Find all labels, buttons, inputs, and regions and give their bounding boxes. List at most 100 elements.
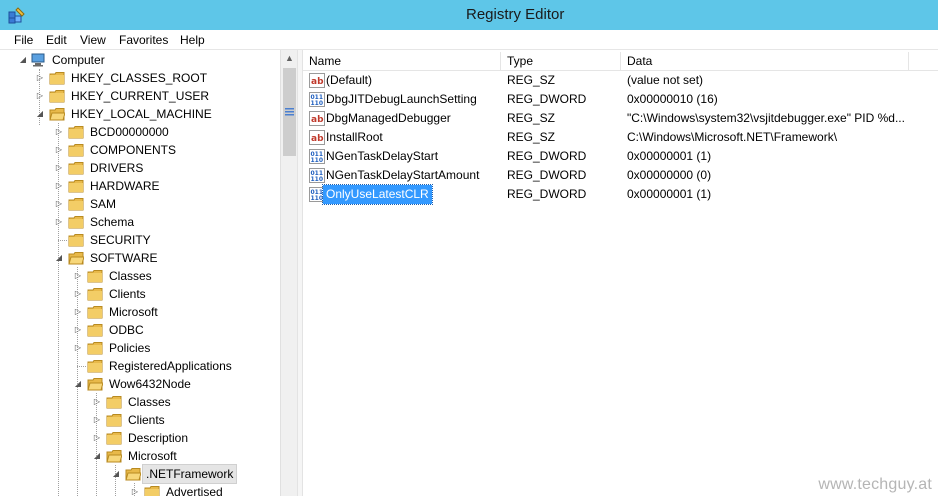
value-row[interactable]: 011 110 NGenTaskDelayStart REG_DWORD 0x00… bbox=[303, 147, 938, 166]
expand-icon[interactable]: ▷ bbox=[35, 69, 45, 87]
value-name: NGenTaskDelayStart bbox=[326, 149, 439, 163]
value-data: 0x00000000 (0) bbox=[627, 168, 712, 182]
expand-icon[interactable]: ▷ bbox=[73, 285, 83, 303]
string-value-icon: ab bbox=[309, 73, 325, 88]
menu-help[interactable]: Help bbox=[180, 33, 205, 47]
svg-text:ab: ab bbox=[311, 115, 324, 125]
expand-icon[interactable]: ▷ bbox=[73, 339, 83, 357]
svg-text:110: 110 bbox=[311, 176, 324, 183]
expand-icon[interactable]: ▷ bbox=[54, 141, 64, 159]
tree-label: RegisteredApplications bbox=[109, 359, 232, 373]
menu-view[interactable]: View bbox=[80, 33, 106, 47]
expand-icon[interactable]: ▷ bbox=[92, 429, 102, 447]
tree-guide bbox=[58, 240, 67, 241]
expand-icon[interactable]: ▷ bbox=[54, 177, 64, 195]
collapse-icon[interactable]: ◢ bbox=[54, 249, 64, 267]
folder-icon bbox=[68, 216, 84, 229]
registry-tree[interactable]: ◢ Computer ▷ HKEY_CLASSES_ROOT ▷ HKEY_CU… bbox=[0, 50, 297, 496]
list-header: Name Type Data bbox=[303, 52, 938, 71]
folder-icon bbox=[144, 486, 160, 496]
expand-icon[interactable]: ▷ bbox=[35, 87, 45, 105]
folder-icon bbox=[68, 234, 84, 247]
menu-bar: File Edit View Favorites Help bbox=[0, 30, 938, 50]
collapse-icon[interactable]: ◢ bbox=[111, 465, 121, 483]
value-type: REG_SZ bbox=[507, 130, 556, 144]
collapse-icon[interactable]: ◢ bbox=[92, 447, 102, 465]
value-data: 0x00000001 (1) bbox=[627, 187, 712, 201]
folder-icon bbox=[87, 288, 103, 301]
folder-icon bbox=[49, 90, 65, 103]
collapse-icon[interactable]: ◢ bbox=[18, 51, 28, 69]
value-type: REG_DWORD bbox=[507, 187, 587, 201]
expand-icon[interactable]: ▷ bbox=[73, 321, 83, 339]
value-list[interactable]: Name Type Data ab (Default) REG_SZ (valu… bbox=[303, 50, 938, 496]
folder-open-icon bbox=[68, 252, 84, 265]
collapse-icon[interactable]: ◢ bbox=[35, 105, 45, 123]
tree-label: SOFTWARE bbox=[90, 251, 158, 265]
tree-label: HARDWARE bbox=[90, 179, 160, 193]
tree-label: Clients bbox=[128, 413, 165, 427]
tree-label: DRIVERS bbox=[90, 161, 144, 175]
watermark: www.techguy.at bbox=[818, 476, 932, 493]
folder-icon bbox=[87, 306, 103, 319]
column-header-name[interactable]: Name bbox=[303, 52, 501, 71]
menu-edit[interactable]: Edit bbox=[46, 33, 67, 47]
value-type: REG_DWORD bbox=[507, 92, 587, 106]
value-data: 0x00000001 (1) bbox=[627, 149, 712, 163]
folder-icon bbox=[68, 126, 84, 139]
folder-icon bbox=[68, 198, 84, 211]
value-row[interactable]: ab DbgManagedDebugger REG_SZ "C:\Windows… bbox=[303, 109, 938, 128]
dword-value-icon: 011110 bbox=[309, 92, 325, 107]
value-name: OnlyUseLatestCLR bbox=[322, 184, 433, 205]
folder-icon bbox=[106, 432, 122, 445]
expand-icon[interactable]: ▷ bbox=[54, 123, 64, 141]
value-row[interactable]: ab InstallRoot REG_SZ C:\Windows\Microso… bbox=[303, 128, 938, 147]
value-name: InstallRoot bbox=[326, 130, 383, 144]
menu-file[interactable]: File bbox=[14, 33, 33, 47]
expand-icon[interactable]: ▷ bbox=[73, 267, 83, 285]
scroll-thumb[interactable] bbox=[283, 68, 296, 156]
menu-favorites[interactable]: Favorites bbox=[119, 33, 168, 47]
expand-icon[interactable]: ▷ bbox=[130, 483, 140, 496]
tree-scrollbar[interactable]: ▲ bbox=[280, 50, 297, 496]
expand-icon[interactable]: ▷ bbox=[54, 195, 64, 213]
folder-open-icon bbox=[125, 468, 141, 481]
tree-label: SECURITY bbox=[90, 233, 151, 247]
folder-icon bbox=[106, 414, 122, 427]
value-name: NGenTaskDelayStartAmount bbox=[326, 168, 480, 182]
column-header-data[interactable]: Data bbox=[621, 52, 909, 71]
expand-icon[interactable]: ▷ bbox=[92, 393, 102, 411]
value-row[interactable]: ab (Default) REG_SZ (value not set) bbox=[303, 71, 938, 90]
value-row-selected[interactable]: 011 110 OnlyUseLatestCLR REG_DWORD 0x0000… bbox=[303, 184, 938, 205]
collapse-icon[interactable]: ◢ bbox=[73, 375, 83, 393]
expand-icon[interactable]: ▷ bbox=[92, 411, 102, 429]
tree-label: ODBC bbox=[109, 323, 144, 337]
column-header-type[interactable]: Type bbox=[501, 52, 621, 71]
value-row[interactable]: 011 110 DbgJITDebugLaunchSetting REG_DWOR… bbox=[303, 90, 938, 109]
value-data: 0x00000010 (16) bbox=[627, 92, 718, 106]
tree-label: HKEY_CURRENT_USER bbox=[71, 89, 210, 103]
tree-label: Clients bbox=[109, 287, 146, 301]
folder-open-icon bbox=[106, 450, 122, 463]
scroll-up-arrow-icon[interactable]: ▲ bbox=[281, 50, 298, 67]
svg-text:110: 110 bbox=[311, 100, 324, 107]
tree-label: HKEY_CLASSES_ROOT bbox=[71, 71, 208, 85]
tree-guide bbox=[77, 366, 86, 367]
expand-icon[interactable]: ▷ bbox=[73, 303, 83, 321]
expand-icon[interactable]: ▷ bbox=[54, 159, 64, 177]
tree-label: Microsoft bbox=[128, 449, 177, 463]
folder-open-icon bbox=[49, 108, 65, 121]
title-bar: Registry Editor bbox=[0, 0, 938, 30]
dword-value-icon: 011110 bbox=[309, 149, 325, 164]
tree-label: COMPONENTS bbox=[90, 143, 177, 157]
computer-icon bbox=[31, 53, 45, 67]
folder-icon bbox=[49, 72, 65, 85]
value-row[interactable]: 011 110 NGenTaskDelayStartAmount REG_DWOR… bbox=[303, 166, 938, 185]
expand-icon[interactable]: ▷ bbox=[54, 213, 64, 231]
tree-label: Classes bbox=[109, 269, 152, 283]
tree-label: Wow6432Node bbox=[109, 377, 191, 391]
tree-label: SAM bbox=[90, 197, 117, 211]
svg-text:110: 110 bbox=[311, 157, 324, 164]
value-type: REG_DWORD bbox=[507, 149, 587, 163]
dword-value-icon: 011110 bbox=[309, 168, 325, 183]
